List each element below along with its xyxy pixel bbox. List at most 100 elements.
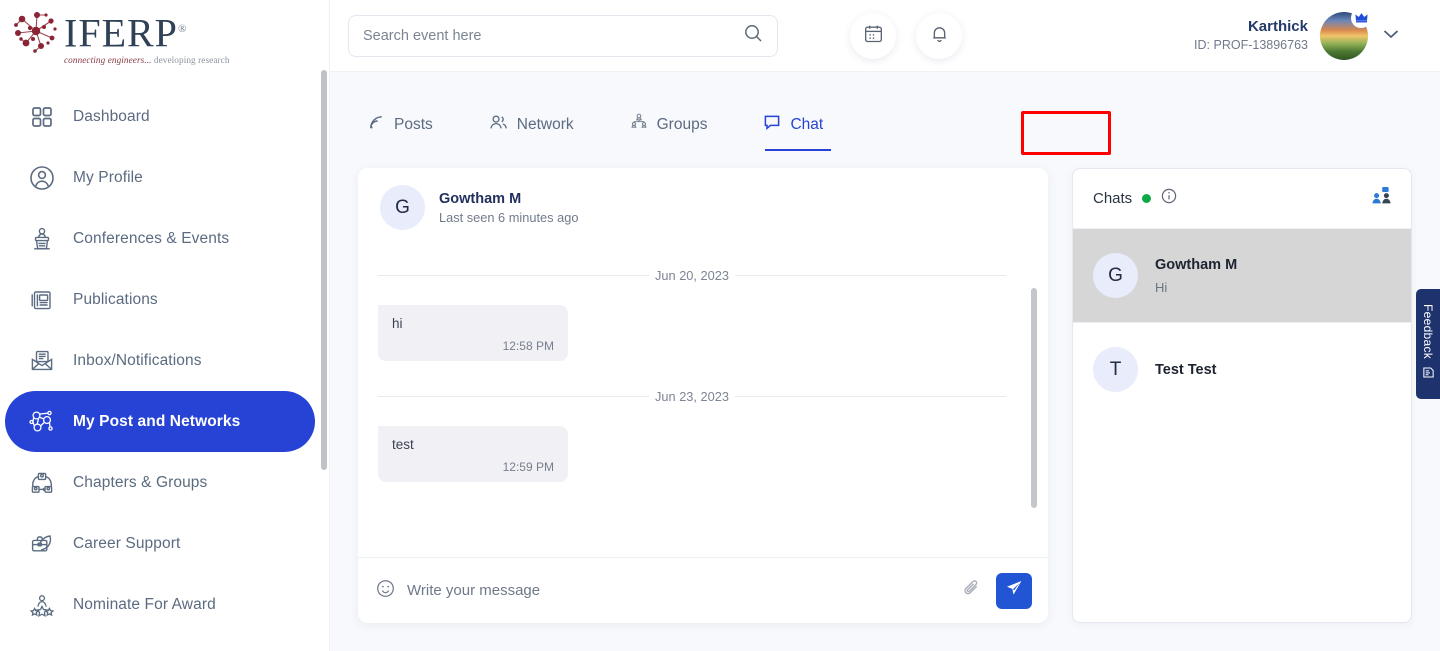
calendar-icon [863,23,884,49]
chats-title: Chats [1093,190,1132,207]
search-icon[interactable] [743,23,763,48]
rss-icon [368,114,385,136]
people-icon [489,114,508,136]
sidebar-item-nominate-for-award[interactable]: Nominate For Award [5,574,315,635]
calendar-button[interactable] [850,13,896,59]
message-composer [358,557,1048,623]
chat-row-avatar: G [1093,253,1138,298]
smiley-icon[interactable] [376,579,395,603]
sidebar-item-chapters-groups[interactable]: Chapters & Groups [5,452,315,513]
tab-label: Posts [394,116,433,134]
date-label: Jun 20, 2023 [649,268,735,283]
sidebar-item-label: Career Support [73,535,180,553]
user-menu[interactable]: Karthick ID: PROF-13896763 [1194,12,1400,60]
online-status-dot [1142,194,1151,203]
send-button[interactable] [996,573,1032,609]
conversation-name: Gowtham M [439,191,578,207]
search-box[interactable] [348,15,778,57]
message-bubble: test 12:59 PM [378,426,568,482]
sidebar-item-label: Inbox/Notifications [73,352,202,370]
org-chart-icon [630,113,648,136]
avatar[interactable] [1320,12,1368,60]
messages-scrollbar[interactable] [1031,288,1037,508]
sidebar-item-my-profile[interactable]: My Profile [5,147,315,208]
award-stars-icon [25,592,59,618]
tab-groups[interactable]: Groups [620,107,718,142]
user-name: Karthick [1194,17,1308,37]
envelope-icon [25,348,59,374]
message-text: hi [392,316,554,331]
conversation-avatar: G [380,185,425,230]
chat-row-preview: Hi [1155,280,1237,295]
grid-icon [25,105,59,129]
sidebar-item-label: My Profile [73,169,143,187]
messages-scroll-area[interactable]: Jun 20, 2023 hi 12:58 PM Jun 23, 2023 te… [358,230,1048,557]
feedback-tab[interactable]: Feedback [1416,289,1440,399]
group-people-icon [25,470,59,496]
message-time: 12:59 PM [392,460,554,474]
crown-icon [1351,8,1371,28]
message-bubble: hi 12:58 PM [378,305,568,361]
separator-line [378,275,649,276]
app-root: IFERP® connecting engineers... developin… [0,0,1440,651]
info-circle-icon[interactable] [1161,188,1177,209]
chat-list-item-gowtham-m[interactable]: G Gowtham M Hi [1073,229,1411,322]
tab-chat[interactable]: Chat [753,107,833,142]
iferp-molecule-icon [10,7,62,57]
brand-name: IFERP® [64,9,230,53]
sidebar-item-conferences-events[interactable]: Conferences & Events [5,208,315,269]
tab-active-underline [765,149,831,151]
sidebar-item-label: Dashboard [73,108,150,126]
chat-content: G Gowtham M Last seen 6 minutes ago Jun … [330,142,1440,623]
chats-list-card: Chats [1072,168,1412,623]
sidebar-scrollbar[interactable] [321,70,327,470]
brand-logo[interactable]: IFERP® connecting engineers... developin… [0,0,330,72]
newspaper-icon [25,287,59,313]
separator-line [378,396,649,397]
date-separator: Jun 20, 2023 [378,268,1006,283]
notifications-button[interactable] [916,13,962,59]
tab-network[interactable]: Network [479,108,584,142]
date-label: Jun 23, 2023 [649,389,735,404]
sidebar-nav: Dashboard My Profile [0,72,330,635]
feedback-label: Feedback [1421,304,1435,359]
tab-label: Network [517,116,574,134]
podium-icon [25,226,59,252]
main-area: Karthick ID: PROF-13896763 [330,0,1440,651]
chat-row-name: Gowtham M [1155,257,1237,273]
message-input[interactable] [407,582,962,599]
user-id: ID: PROF-13896763 [1194,37,1308,54]
tab-label: Groups [657,116,708,134]
sidebar-item-career-support[interactable]: Career Support [5,513,315,574]
sidebar-item-label: Publications [73,291,158,309]
sidebar-item-publications[interactable]: Publications [5,269,315,330]
sidebar-item-label: Nominate For Award [73,596,216,614]
sidebar-item-label: My Post and Networks [73,413,240,431]
sidebar-item-dashboard[interactable]: Dashboard [5,86,315,147]
separator-line [735,275,1006,276]
bell-icon [929,23,950,49]
network-nodes-icon [25,408,59,436]
top-bar: Karthick ID: PROF-13896763 [330,0,1440,72]
chat-bubble-icon [763,113,781,136]
chat-row-avatar: T [1093,347,1138,392]
chats-list-header: Chats [1073,169,1411,229]
sidebar-item-my-post-and-networks[interactable]: My Post and Networks [5,391,315,452]
sidebar-item-inbox-notifications[interactable]: Inbox/Notifications [5,330,315,391]
registered-mark: ® [178,23,187,35]
briefcase-icon [25,531,59,557]
paperclip-icon[interactable] [962,578,982,603]
date-separator: Jun 23, 2023 [378,389,1006,404]
tab-label: Chat [790,116,823,134]
people-network-icon[interactable] [1371,186,1393,211]
search-input[interactable] [363,28,743,44]
send-plane-icon [1005,579,1023,602]
chat-list-item-test-test[interactable]: T Test Test [1073,323,1411,416]
tab-posts[interactable]: Posts [358,108,443,142]
feedback-page-icon [1422,366,1435,384]
message-text: test [392,437,554,452]
chevron-down-icon[interactable] [1382,27,1400,45]
section-tabs: Posts Network [330,72,1440,142]
separator-line [735,396,1006,397]
brand-tagline: connecting engineers... developing resea… [64,55,230,65]
